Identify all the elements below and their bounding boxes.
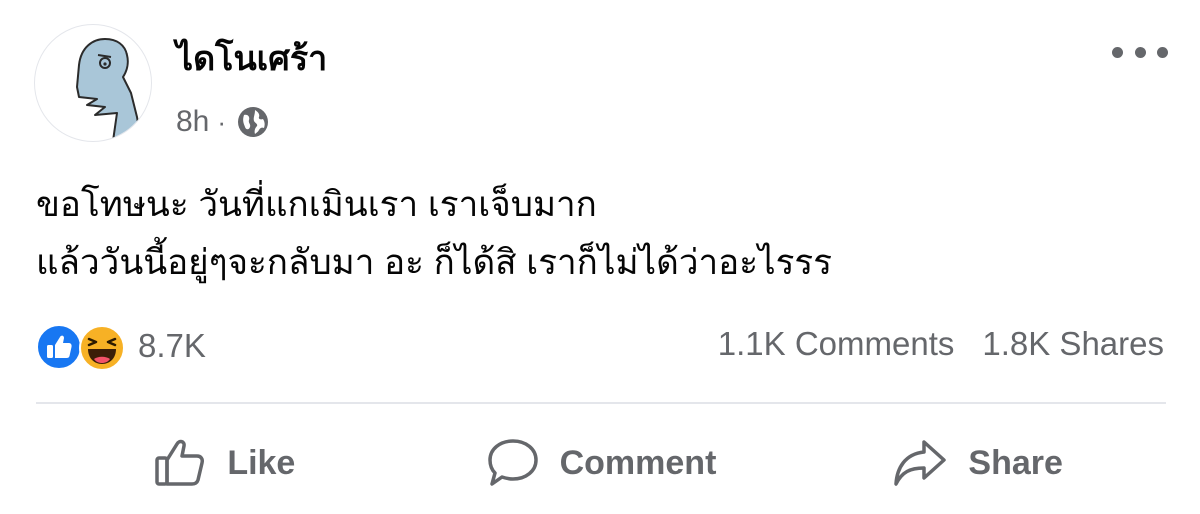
author-name[interactable]: ไดโนเศร้า [176,42,327,76]
share-label: Share [968,443,1063,482]
like-label: Like [227,443,296,482]
comment-label: Comment [559,443,717,482]
haha-reaction-icon [79,325,125,371]
comments-count[interactable]: 1.1K Comments [718,325,955,363]
like-button[interactable]: Like [36,422,413,504]
more-dot-icon [1157,46,1168,58]
avatar[interactable] [34,24,152,142]
reaction-icons [36,322,132,371]
comment-icon [487,439,538,486]
more-dot-icon [1134,46,1146,58]
dinosaur-avatar-icon [76,38,142,141]
thumbs-up-icon [155,439,205,486]
reaction-count: 8.7K [138,327,206,364]
share-arrow-icon [894,440,947,486]
more-dot-icon [1112,46,1123,58]
like-reaction-icon [36,324,82,370]
divider [36,402,1166,404]
action-bar: Like Comment Share [36,422,1166,504]
share-button[interactable]: Share [789,422,1166,504]
engagement-stats: 1.1K Comments 1.8K Shares [718,325,1164,363]
post-text-line: แล้ววันนี้อยู่ๆจะกลับมา อะ ก็ได้สิ เราก็… [36,243,832,282]
post-text: ขอโทษนะ วันที่แกเมินเรา เราเจ็บมาก แล้วว… [36,176,1166,292]
post-text-line: ขอโทษนะ วันที่แกเมินเรา เราเจ็บมาก [36,185,597,224]
post-meta: 8h · [176,104,270,140]
reactions-summary[interactable]: 8.7K [36,322,206,371]
more-options-button[interactable] [1112,38,1168,66]
meta-separator: · [217,106,227,137]
globe-icon[interactable] [236,105,270,139]
comment-button[interactable]: Comment [413,422,790,504]
shares-count[interactable]: 1.8K Shares [982,325,1164,363]
post-time[interactable]: 8h [176,105,209,139]
